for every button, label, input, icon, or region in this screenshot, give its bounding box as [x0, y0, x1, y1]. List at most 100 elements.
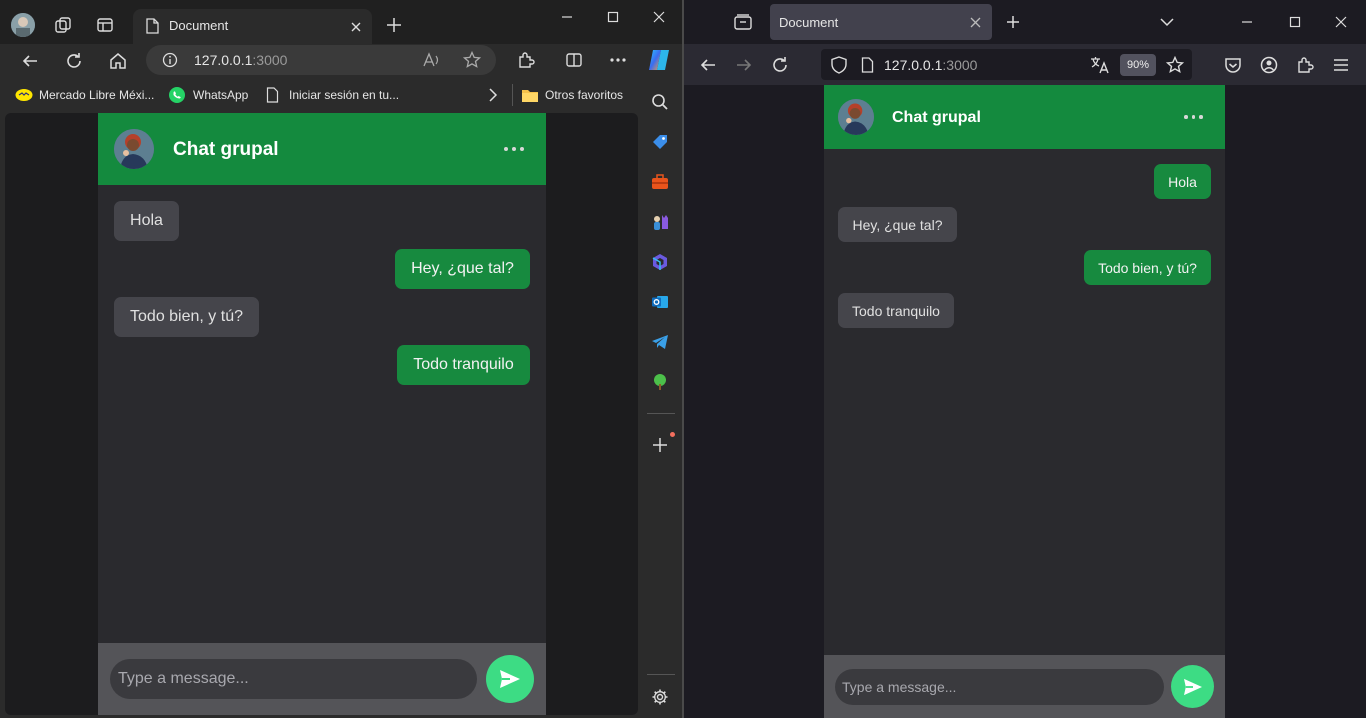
url-port: :3000	[942, 57, 978, 73]
message-input-bar	[824, 655, 1225, 718]
maximize-icon[interactable]	[1284, 11, 1306, 33]
url-text: 127.0.0.1:3000	[194, 52, 287, 68]
reload-icon[interactable]	[768, 53, 792, 77]
tree-icon[interactable]	[648, 370, 672, 394]
edge-address-bar[interactable]: 127.0.0.1:3000	[146, 45, 496, 75]
account-icon[interactable]	[1257, 53, 1281, 77]
extensions-icon[interactable]	[514, 48, 538, 72]
translate-icon[interactable]	[1089, 54, 1111, 76]
send-button[interactable]	[486, 655, 534, 703]
tools-briefcase-icon[interactable]	[648, 170, 672, 194]
refresh-icon[interactable]	[62, 49, 86, 73]
send-button[interactable]	[1171, 665, 1214, 708]
tracking-shield-icon[interactable]	[829, 55, 849, 75]
settings-gear-icon[interactable]	[648, 685, 672, 709]
edge-tab-document[interactable]: Document	[133, 9, 372, 44]
page-icon	[143, 17, 161, 35]
profile-avatar[interactable]	[11, 13, 35, 37]
close-tab-icon[interactable]	[966, 13, 984, 31]
send-icon	[1183, 678, 1202, 695]
close-tab-icon[interactable]	[347, 18, 365, 36]
folder-icon	[520, 86, 540, 104]
back-icon[interactable]	[696, 53, 720, 77]
zoom-badge[interactable]: 90%	[1120, 54, 1156, 76]
maximize-icon[interactable]	[602, 6, 624, 28]
chat-header: Chat grupal	[824, 85, 1225, 149]
message-bubble-outgoing: Todo tranquilo	[397, 345, 530, 385]
url-host: 127.0.0.1	[194, 52, 253, 68]
info-icon[interactable]	[160, 50, 180, 70]
bookmark-iniciar-sesion[interactable]: Iniciar sesión en tu...	[289, 88, 399, 102]
chat-window: Chat grupal Hola Hey, ¿que tal? Todo bien,…	[98, 113, 546, 715]
notification-dot	[670, 432, 675, 437]
firefox-url-bar[interactable]: 127.0.0.1:3000 90%	[821, 49, 1192, 80]
url-host: 127.0.0.1	[884, 57, 943, 73]
edge-page-viewport: Chat grupal Hola Hey, ¿que tal? Todo bien,…	[5, 113, 638, 715]
tab-actions-icon[interactable]	[94, 14, 116, 36]
forward-icon[interactable]	[732, 53, 756, 77]
message-bubble-incoming: Hola	[114, 201, 179, 241]
shopping-tag-icon[interactable]	[648, 130, 672, 154]
bookmark-whatsapp[interactable]: WhatsApp	[193, 88, 248, 102]
whatsapp-icon	[168, 86, 186, 104]
edge-title-bar: Document	[0, 0, 682, 44]
url-port: :3000	[252, 52, 288, 68]
group-avatar[interactable]	[114, 129, 154, 169]
bookmarks-divider	[512, 84, 513, 106]
tab-title: Document	[169, 18, 229, 33]
edge-browser-window: Document 127.0.0.1:3000 Mercado Libre Mé…	[0, 0, 682, 718]
url-text: 127.0.0.1:3000	[884, 57, 977, 73]
close-window-icon[interactable]	[1330, 11, 1352, 33]
chat-menu-dots-icon[interactable]	[1184, 115, 1203, 119]
chat-header: Chat grupal	[98, 113, 546, 185]
read-aloud-icon[interactable]	[422, 50, 442, 70]
favorite-star-icon[interactable]	[462, 50, 482, 70]
close-window-icon[interactable]	[648, 6, 670, 28]
page-icon	[264, 86, 280, 104]
home-icon[interactable]	[106, 49, 130, 73]
message-bubble-outgoing: Todo bien, y tú?	[1084, 250, 1211, 285]
minimize-icon[interactable]	[556, 6, 578, 28]
group-avatar[interactable]	[838, 99, 874, 135]
edge-sidebar	[640, 78, 682, 718]
add-icon[interactable]	[648, 433, 672, 457]
tab-title: Document	[779, 15, 839, 30]
message-input-bar	[98, 643, 546, 715]
more-options-icon[interactable]	[606, 48, 630, 72]
games-icon[interactable]	[648, 210, 672, 234]
message-bubble-outgoing: Hola	[1154, 164, 1211, 199]
new-tab-icon[interactable]	[1002, 11, 1024, 33]
hamburger-menu-icon[interactable]	[1329, 53, 1353, 77]
sidebar-divider	[647, 413, 675, 414]
bookmark-star-icon[interactable]	[1164, 54, 1186, 76]
split-screen-icon[interactable]	[562, 48, 586, 72]
sidebar-bottom-divider	[647, 674, 675, 675]
search-icon[interactable]	[648, 90, 672, 114]
workspaces-icon[interactable]	[52, 14, 74, 36]
message-input[interactable]	[835, 669, 1164, 705]
message-bubble-incoming: Todo tranquilo	[838, 293, 954, 328]
chevron-right-icon[interactable]	[484, 86, 502, 104]
list-tabs-chevron-down-icon[interactable]	[1156, 11, 1178, 33]
extensions-icon[interactable]	[1293, 53, 1317, 77]
chat-menu-dots-icon[interactable]	[504, 147, 524, 151]
pocket-icon[interactable]	[1221, 53, 1245, 77]
bookmark-otros-favoritos[interactable]: Otros favoritos	[545, 88, 623, 102]
copilot-icon[interactable]	[646, 46, 674, 74]
message-bubble-incoming: Hey, ¿que tal?	[838, 207, 957, 242]
bookmark-mercadolibre[interactable]: Mercado Libre Méxi...	[39, 88, 154, 102]
copilot-sidebar-icon[interactable]	[648, 250, 672, 274]
send-icon	[500, 670, 520, 688]
back-icon[interactable]	[18, 49, 42, 73]
message-bubble-incoming: Todo bien, y tú?	[114, 297, 259, 337]
firefox-tab-document[interactable]: Document	[770, 4, 992, 40]
firefox-view-icon[interactable]	[732, 11, 754, 33]
new-tab-icon[interactable]	[382, 13, 406, 37]
telegram-icon[interactable]	[648, 330, 672, 354]
outlook-icon[interactable]	[648, 290, 672, 314]
message-bubble-outgoing: Hey, ¿que tal?	[395, 249, 530, 289]
message-input[interactable]	[110, 659, 477, 699]
minimize-icon[interactable]	[1236, 11, 1258, 33]
firefox-tab-bar: Document	[684, 0, 1366, 44]
bookmarks-bar: Mercado Libre Méxi... WhatsApp Iniciar s…	[0, 78, 682, 112]
